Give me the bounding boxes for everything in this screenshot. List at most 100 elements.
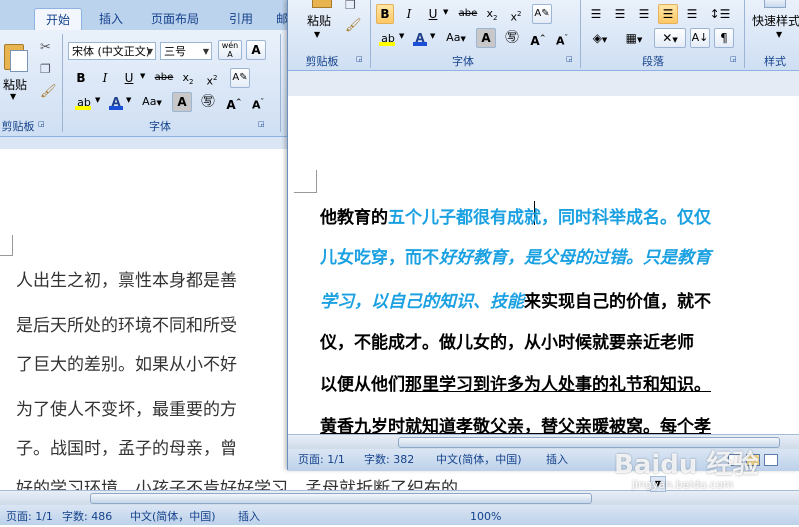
character-shading-button[interactable]: A xyxy=(172,92,192,112)
tab-references[interactable]: 引用 xyxy=(214,8,268,30)
underline-button[interactable]: U xyxy=(424,4,442,24)
clear-formatting-button[interactable]: A✎ xyxy=(230,68,250,88)
back-doc-line-1: 人出生之初，禀性本身都是善 xyxy=(16,271,237,291)
align-left-button[interactable]: ☰ xyxy=(586,4,606,24)
highlight-color-button[interactable]: ab xyxy=(72,92,96,112)
bold-button[interactable]: B xyxy=(72,68,90,88)
page-count[interactable]: 页面: 1/1 xyxy=(298,450,345,470)
baidu-watermark-logo: Baidu 经验 xyxy=(614,450,759,480)
back-horizontal-scrollbar[interactable] xyxy=(0,490,799,505)
zoom-level[interactable]: 100% xyxy=(470,507,501,527)
clear-formatting-button[interactable]: A✎ xyxy=(532,4,552,24)
font-group-label: 字体 xyxy=(452,55,474,68)
format-painter-icon[interactable]: 🖌 xyxy=(345,18,362,33)
show-marks-button[interactable]: ¶ xyxy=(714,28,734,48)
quick-styles-dropdown-icon[interactable]: ▼ xyxy=(776,30,782,39)
align-right-button[interactable]: ☰ xyxy=(634,4,654,24)
front-window: 粘贴 ▼ ❐ 🖌 剪贴板 ◲ B I U ▼ abe x2 x2 A✎ ab ▼… xyxy=(287,0,799,471)
tab-home[interactable]: 开始 xyxy=(34,8,82,31)
italic-button[interactable]: I xyxy=(400,4,418,24)
doc-span: 那里学习到许多为人处事的礼节和知识。 xyxy=(405,375,711,395)
font-color-button[interactable]: A xyxy=(106,92,126,112)
insert-mode[interactable]: 插入 xyxy=(546,450,568,470)
word-count[interactable]: 字数: 382 xyxy=(364,450,414,470)
strikethrough-button[interactable]: abe xyxy=(456,4,480,24)
clipboard-launcher-icon[interactable]: ◲ xyxy=(356,55,365,64)
paste-icon[interactable] xyxy=(2,40,28,72)
bold-button[interactable]: B xyxy=(376,4,394,24)
margin-corner-mark xyxy=(294,170,317,193)
highlight-color-button[interactable]: ab xyxy=(376,28,400,48)
language-indicator[interactable]: 中文(简体，中国) xyxy=(436,450,522,470)
character-shading-button[interactable]: A xyxy=(476,28,496,48)
paragraph-launcher-icon[interactable]: ◲ xyxy=(730,55,739,64)
sort-button[interactable]: A↓ xyxy=(690,28,710,48)
distributed-button[interactable]: ☰ xyxy=(682,4,702,24)
subscript-button[interactable]: x2 xyxy=(178,68,198,88)
strikethrough-button[interactable]: abe xyxy=(152,68,176,88)
paste-icon[interactable] xyxy=(310,0,336,10)
copy-icon[interactable]: ❐ xyxy=(345,0,356,12)
paste-dropdown-icon[interactable]: ▼ xyxy=(314,30,320,39)
paste-button-label[interactable]: 粘贴 xyxy=(0,76,30,93)
ribbon-separator xyxy=(280,34,281,132)
italic-button[interactable]: I xyxy=(96,68,114,88)
word-count[interactable]: 字数: 486 xyxy=(62,507,112,527)
font-color-dropdown-icon[interactable]: ▼ xyxy=(430,32,435,40)
baidu-watermark-url: jingyan.baidu.com xyxy=(632,478,734,491)
align-center-button[interactable]: ☰ xyxy=(610,4,630,24)
superscript-button[interactable]: x2 xyxy=(506,4,526,24)
underline-dropdown-icon[interactable]: ▼ xyxy=(140,72,145,80)
font-launcher-icon[interactable]: ◲ xyxy=(566,55,575,64)
grow-font-button[interactable]: A^ xyxy=(224,92,244,112)
highlight-dropdown-icon[interactable]: ▼ xyxy=(399,32,404,40)
back-doc-line-2: 是后天所处的环境不同和所受 xyxy=(16,316,237,336)
borders-button[interactable]: ▦▼ xyxy=(620,28,648,48)
cut-icon[interactable]: ✂ xyxy=(40,40,51,55)
font-name-combo[interactable]: 宋体 (中文正文) ▼ xyxy=(68,42,156,60)
insert-mode[interactable]: 插入 xyxy=(238,507,260,527)
change-case-button[interactable]: Aa▼ xyxy=(138,92,166,112)
quick-styles-icon[interactable] xyxy=(764,0,786,8)
wen-icon: wén xyxy=(221,41,239,50)
language-indicator[interactable]: 中文(简体，中国) xyxy=(130,507,216,527)
tab-insert[interactable]: 插入 xyxy=(88,8,134,30)
character-border-button[interactable]: A xyxy=(246,40,266,60)
justify-button[interactable]: ☰ xyxy=(658,4,678,24)
underline-dropdown-icon[interactable]: ▼ xyxy=(443,8,448,16)
format-painter-icon[interactable]: 🖌 xyxy=(40,84,57,99)
quick-styles-button[interactable]: 快速样式 xyxy=(752,12,799,29)
enclose-characters-button[interactable]: ㊢ xyxy=(198,92,218,112)
shrink-font-button[interactable]: Aˇ xyxy=(552,28,572,48)
underline-button[interactable]: U xyxy=(120,68,138,88)
view-web-layout-icon[interactable] xyxy=(764,454,778,466)
scroll-thumb[interactable] xyxy=(90,493,592,504)
chevron-down-icon: ▼ xyxy=(146,47,153,56)
change-case-button[interactable]: Aa▼ xyxy=(442,28,470,48)
font-color-dropdown-icon[interactable]: ▼ xyxy=(126,96,131,104)
asian-layout-button[interactable]: ✕▼ xyxy=(654,28,686,48)
tab-page-layout[interactable]: 页面布局 xyxy=(140,8,210,30)
doc-span: 好好教育，是父母的过错。只是教育 xyxy=(439,248,711,268)
page-count[interactable]: 页面: 1/1 xyxy=(6,507,53,527)
phonetic-guide-button[interactable]: wén A xyxy=(218,40,242,60)
font-color-button[interactable]: A xyxy=(410,28,430,48)
enclose-characters-button[interactable]: ㊢ xyxy=(502,28,522,48)
shading-button[interactable]: ◈▼ xyxy=(586,28,614,48)
shrink-font-button[interactable]: Aˇ xyxy=(248,92,268,112)
paste-dropdown-icon[interactable]: ▼ xyxy=(10,92,16,101)
font-launcher-icon[interactable]: ◲ xyxy=(258,120,267,129)
line-spacing-button[interactable]: ↕☰ xyxy=(706,4,734,24)
chevron-down-icon: ▼ xyxy=(202,47,209,56)
grow-font-button[interactable]: A^ xyxy=(528,28,548,48)
superscript-button[interactable]: x2 xyxy=(202,68,222,88)
paragraph-group-label: 段落 xyxy=(642,55,664,68)
copy-icon[interactable]: ❐ xyxy=(40,62,51,76)
highlight-dropdown-icon[interactable]: ▼ xyxy=(95,96,100,104)
styles-group-label: 样式 xyxy=(764,55,786,68)
paste-button-label[interactable]: 粘贴 xyxy=(304,12,334,29)
font-size-combo[interactable]: 三号 ▼ xyxy=(160,42,212,60)
back-doc-line-4: 为了使人不变坏，最重要的方 xyxy=(16,400,237,420)
clipboard-launcher-icon[interactable]: ◲ xyxy=(38,120,47,129)
subscript-button[interactable]: x2 xyxy=(482,4,502,24)
